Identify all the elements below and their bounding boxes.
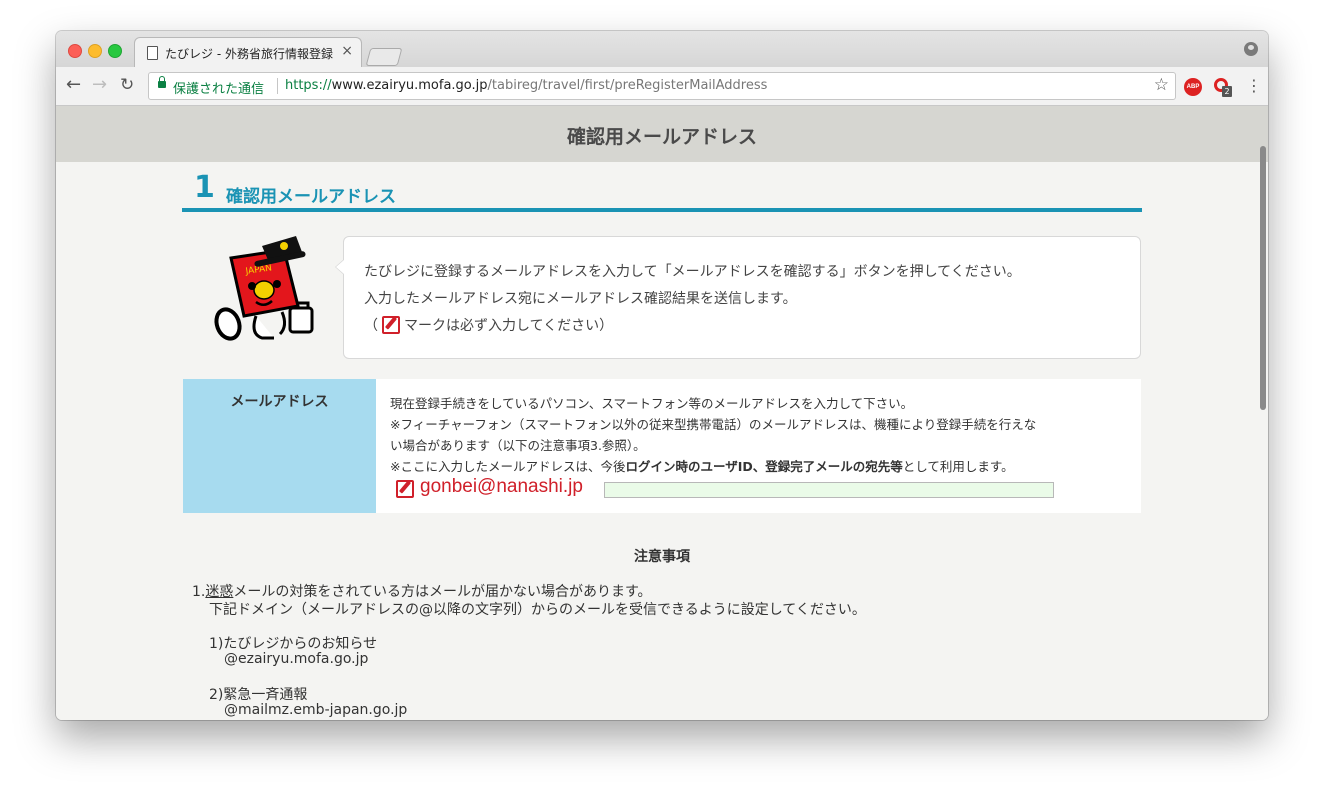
instruction-box: たびレジに登録するメールアドレスを入力して「メールアドレスを確認する」ボタンを押…: [335, 236, 1141, 359]
minimize-window-button[interactable]: [88, 44, 102, 58]
note-item-1-number: 1.: [192, 584, 206, 600]
section-number: 1: [194, 170, 215, 205]
url-scheme: https://: [285, 78, 332, 93]
tab-title: たびレジ - 外務省旅行情報登録: [165, 47, 333, 61]
browser-window: たびレジ - 外務省旅行情報登録 × ← → ↻ 保護された通信 https:/…: [56, 31, 1268, 720]
close-window-button[interactable]: [68, 44, 82, 58]
url-text[interactable]: https://www.ezairyu.mofa.go.jp/tabireg/t…: [285, 78, 767, 93]
form-description-3: い場合があります（以下の注意事項3.参照）。: [390, 438, 646, 453]
zoom-window-button[interactable]: [108, 44, 122, 58]
required-pen-icon: [396, 480, 414, 498]
email-form-row: メールアドレス 現在登録手続きをしているパソコン、スマートフォン等のメールアドレ…: [183, 379, 1141, 513]
form-label-cell: メールアドレス: [183, 379, 376, 513]
email-label: メールアドレス: [230, 394, 329, 410]
new-tab-button[interactable]: [365, 48, 403, 66]
form-description-4: ※ここに入力したメールアドレスは、今後ログイン時のユーザID、登録完了メールの宛…: [390, 456, 1014, 475]
scrollbar-thumb[interactable]: [1260, 146, 1266, 410]
tab-strip: たびレジ - 外務省旅行情報登録 ×: [56, 31, 1268, 68]
note-item-1: 1.迷惑メールの対策をされている方はメールが届かない場合があります。: [192, 581, 652, 601]
note-sub-1-domain: @ezairyu.mofa.go.jp: [224, 651, 369, 667]
passport-mascot-image: JAPAN: [214, 236, 314, 341]
forward-button[interactable]: →: [92, 75, 107, 95]
security-label: 保護された通信: [173, 82, 265, 97]
note-item-1-underlined: 迷惑: [205, 584, 234, 600]
lock-icon: [158, 76, 166, 88]
bookmark-star-icon[interactable]: ☆: [1154, 75, 1169, 95]
instruction-line-1: たびレジに登録するメールアドレスを入力して「メールアドレスを確認する」ボタンを押…: [364, 264, 1021, 280]
url-path: /tabireg/travel/first/preRegisterMailAdd…: [487, 78, 768, 93]
required-mark-note: マークは必ず入力してください）: [404, 318, 614, 334]
email-input-field[interactable]: [604, 482, 1054, 498]
desc4-post: として利用します。: [902, 459, 1014, 474]
section-title: 確認用メールアドレス: [226, 187, 396, 207]
paren-open: （: [364, 318, 378, 334]
desc4-pre: ※ここに入力したメールアドレスは、今後: [390, 459, 626, 474]
instruction-line-2: 入力したメールアドレス宛にメールアドレス確認結果を送信します。: [364, 291, 797, 307]
browser-menu-icon[interactable]: ⋮: [1246, 76, 1262, 95]
reload-button[interactable]: ↻: [120, 75, 134, 95]
browser-toolbar: ← → ↻ 保護された通信 https://www.ezairyu.mofa.g…: [56, 67, 1268, 106]
note-sub-1-label: 1)たびレジからのお知らせ: [209, 636, 378, 652]
required-pen-icon: [382, 316, 400, 334]
adblock-extension-icon[interactable]: ABP: [1184, 78, 1202, 96]
extension-badge: 2: [1222, 86, 1232, 97]
note-item-1-line-2: 下記ドメイン（メールアドレスの@以降の文字列）からのメールを受信できるように設定…: [209, 602, 866, 618]
note-item-1-text: メールの対策をされている方はメールが届かない場合があります。: [233, 584, 652, 600]
address-separator: [277, 78, 278, 94]
note-sub-2-domain: @mailmz.emb-japan.go.jp: [224, 702, 408, 718]
address-bar[interactable]: 保護された通信 https://www.ezairyu.mofa.go.jp/t…: [148, 72, 1176, 100]
form-description-2: ※フィーチャーフォン（スマートフォン以外の従来型携帯電話）のメールアドレスは、機…: [390, 417, 1037, 432]
form-description-1: 現在登録手続きをしているパソコン、スマートフォン等のメールアドレスを入力して下さ…: [390, 396, 914, 411]
note-sub-2-label: 2)緊急一斉通報: [209, 687, 308, 703]
section-heading: 1 確認用メールアドレス: [182, 170, 1142, 212]
desc4-bold: ログイン時のユーザID、登録完了メールの宛先等: [625, 459, 903, 474]
back-button[interactable]: ←: [66, 75, 81, 95]
instruction-line-3: （ マークは必ず入力してください）: [364, 315, 613, 335]
document-icon: [147, 46, 158, 60]
close-tab-icon[interactable]: ×: [341, 43, 353, 59]
page-header: 確認用メールアドレス: [56, 106, 1268, 162]
tab-active[interactable]: たびレジ - 外務省旅行情報登録 ×: [134, 37, 362, 68]
notes-title: 注意事項: [634, 549, 690, 565]
profile-icon[interactable]: [1244, 42, 1258, 56]
url-host: www.ezairyu.mofa.go.jp: [331, 78, 488, 93]
email-value[interactable]: gonbei@nanashi.jp: [420, 476, 583, 498]
page-title: 確認用メールアドレス: [566, 126, 757, 148]
page-viewport: 確認用メールアドレス 1 確認用メールアドレス JAPAN たびレジに登録するメ…: [56, 106, 1268, 720]
